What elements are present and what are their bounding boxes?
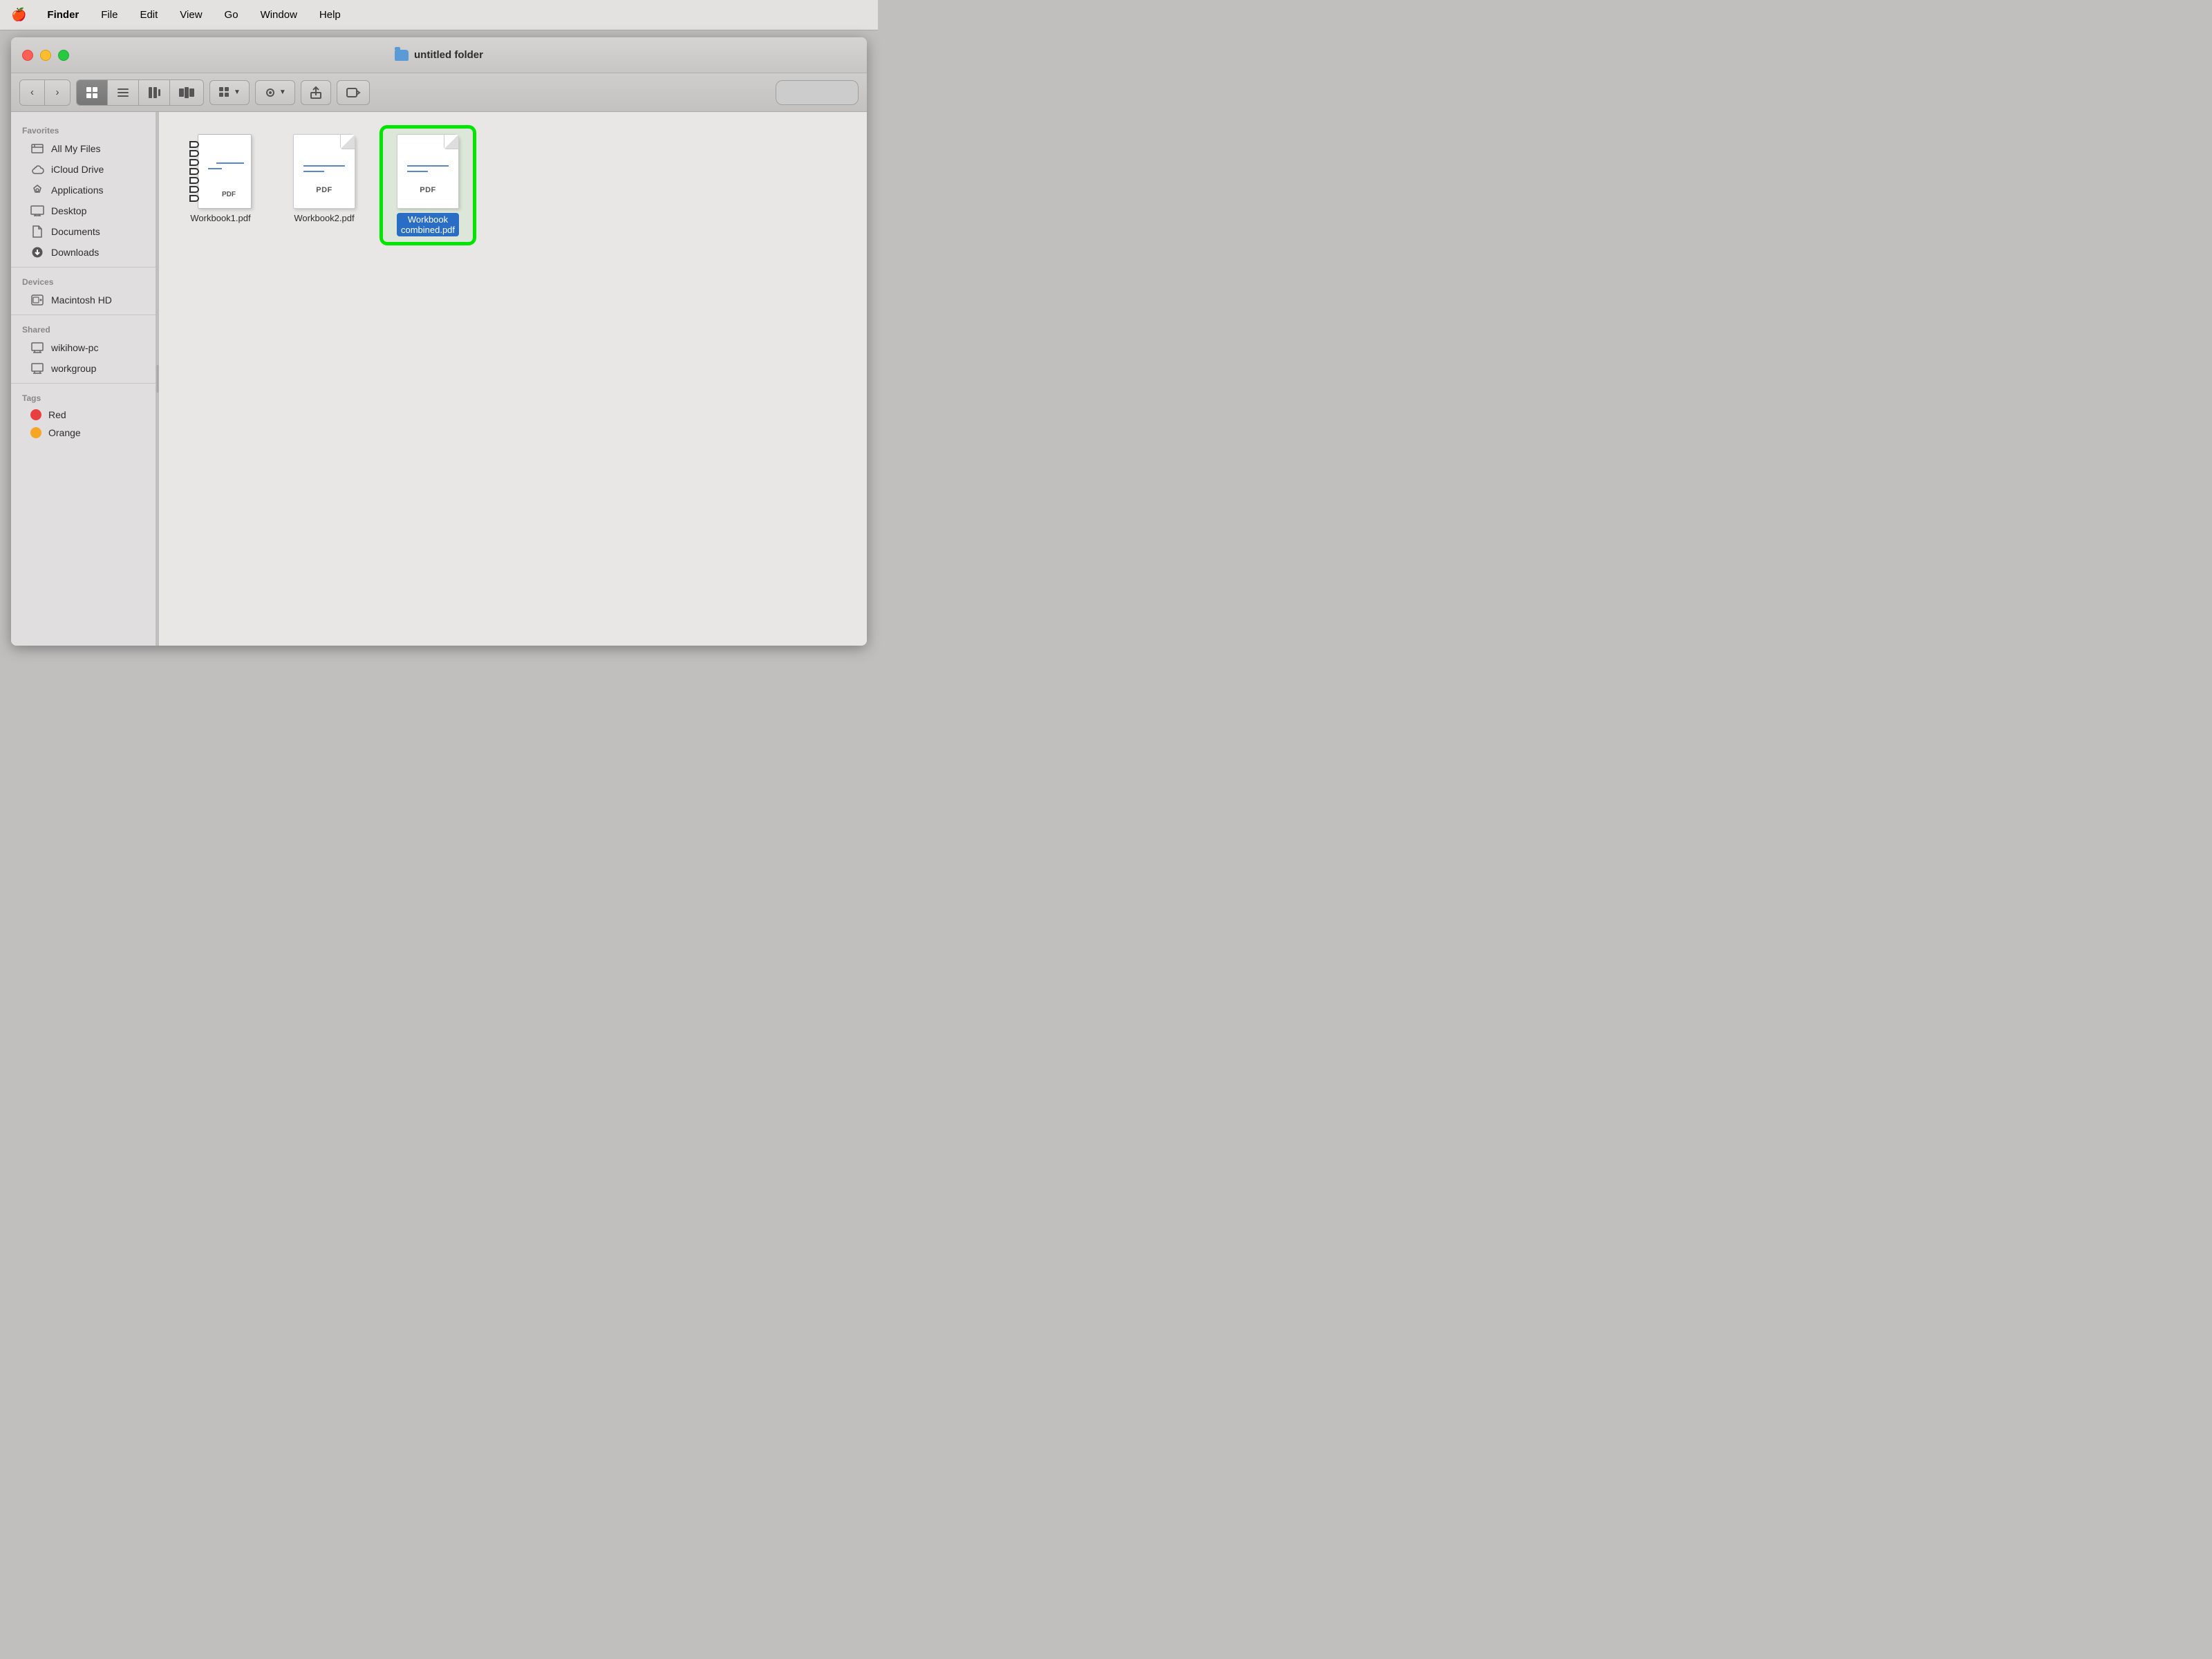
red-tag-label: Red xyxy=(48,409,66,420)
sidebar-item-desktop[interactable]: Desktop xyxy=(11,200,156,221)
sidebar-item-tag-red[interactable]: Red xyxy=(11,406,156,424)
menu-go[interactable]: Go xyxy=(221,8,243,22)
desktop-icon xyxy=(30,204,44,218)
apple-logo-icon[interactable]: 🍎 xyxy=(11,8,26,22)
column-view-button[interactable] xyxy=(139,80,170,105)
computer-icon-1 xyxy=(30,341,44,355)
window-title-text: untitled folder xyxy=(414,49,483,61)
menu-help[interactable]: Help xyxy=(315,8,345,22)
file-area: PDF Workbook1.pdf xyxy=(159,112,867,646)
gear-icon xyxy=(264,86,276,99)
sidebar-item-icloud-drive[interactable]: iCloud Drive xyxy=(11,159,156,180)
workbook1-icon: PDF xyxy=(189,134,252,209)
workbook2-icon: PDF xyxy=(293,134,355,209)
orange-tag-label: Orange xyxy=(48,427,81,438)
documents-label: Documents xyxy=(51,226,100,237)
menu-bar: 🍎 Finder File Edit View Go Window Help xyxy=(0,0,878,30)
all-my-files-label: All My Files xyxy=(51,143,101,154)
workbook2-label: Workbook2.pdf xyxy=(294,213,354,223)
window-title: untitled folder xyxy=(395,49,483,61)
desktop-label: Desktop xyxy=(51,205,86,216)
macintosh-hd-label: Macintosh HD xyxy=(51,294,112,306)
list-icon xyxy=(116,86,130,100)
file-workbook2[interactable]: PDF Workbook2.pdf xyxy=(279,129,369,242)
computer-icon-2 xyxy=(30,362,44,375)
downloads-label: Downloads xyxy=(51,247,99,258)
sidebar-item-applications[interactable]: Applications xyxy=(11,180,156,200)
view-buttons xyxy=(76,79,204,106)
list-view-button[interactable] xyxy=(108,80,139,105)
maximize-button[interactable] xyxy=(58,50,69,61)
tag-button[interactable] xyxy=(337,80,370,105)
chevron-down-icon: ▼ xyxy=(234,88,241,96)
group-button[interactable]: ▼ xyxy=(209,80,250,105)
applications-label: Applications xyxy=(51,185,104,196)
toolbar: ‹ › xyxy=(11,73,867,112)
divider-1 xyxy=(11,267,156,268)
file-workbook-combined[interactable]: PDF Workbookcombined.pdf xyxy=(383,129,473,242)
applications-icon xyxy=(30,183,44,197)
chevron-down-icon-2: ▼ xyxy=(279,88,286,96)
tag-icon xyxy=(346,86,361,99)
coverflow-view-button[interactable] xyxy=(170,80,203,105)
menu-finder[interactable]: Finder xyxy=(43,8,83,22)
all-files-icon xyxy=(30,142,44,156)
menu-file[interactable]: File xyxy=(97,8,122,22)
share-button[interactable] xyxy=(301,80,331,105)
search-box[interactable] xyxy=(776,80,859,105)
action-button[interactable]: ▼ xyxy=(255,80,295,105)
workgroup-label: workgroup xyxy=(51,363,96,374)
workbook1-label: Workbook1.pdf xyxy=(190,213,250,223)
downloads-icon xyxy=(30,245,44,259)
icloud-label: iCloud Drive xyxy=(51,164,104,175)
devices-header: Devices xyxy=(11,272,156,290)
nav-buttons: ‹ › xyxy=(19,79,71,106)
divider-3 xyxy=(11,383,156,384)
workbook-combined-label: Workbookcombined.pdf xyxy=(397,213,459,236)
sidebar-item-documents[interactable]: Documents xyxy=(11,221,156,242)
hd-icon xyxy=(30,293,44,307)
icon-view-button[interactable] xyxy=(77,80,108,105)
sidebar-resize-handle[interactable] xyxy=(156,112,159,646)
sidebar-item-macintosh-hd[interactable]: Macintosh HD xyxy=(11,290,156,310)
folder-icon xyxy=(395,50,409,61)
main-content: Favorites All My Files iCloud xyxy=(11,112,867,646)
grid-icon xyxy=(85,86,99,100)
columns-icon xyxy=(147,86,161,100)
sidebar-item-workgroup[interactable]: workgroup xyxy=(11,358,156,379)
shared-header: Shared xyxy=(11,319,156,337)
sidebar-item-downloads[interactable]: Downloads xyxy=(11,242,156,263)
sidebar-item-all-my-files[interactable]: All My Files xyxy=(11,138,156,159)
favorites-header: Favorites xyxy=(11,120,156,138)
orange-tag-dot xyxy=(30,427,41,438)
finder-window: untitled folder ‹ › xyxy=(11,37,867,646)
sidebar: Favorites All My Files iCloud xyxy=(11,112,156,646)
menu-edit[interactable]: Edit xyxy=(135,8,162,22)
documents-icon xyxy=(30,225,44,238)
back-button[interactable]: ‹ xyxy=(20,80,45,105)
workbook-combined-icon: PDF xyxy=(397,134,459,209)
group-icon xyxy=(218,86,231,99)
wikihow-pc-label: wikihow-pc xyxy=(51,342,98,353)
close-button[interactable] xyxy=(22,50,33,61)
red-tag-dot xyxy=(30,409,41,420)
title-bar: untitled folder xyxy=(11,37,867,73)
file-workbook1[interactable]: PDF Workbook1.pdf xyxy=(176,129,265,242)
minimize-button[interactable] xyxy=(40,50,51,61)
icloud-icon xyxy=(30,162,44,176)
traffic-lights xyxy=(22,50,69,61)
menu-window[interactable]: Window xyxy=(256,8,301,22)
sidebar-item-wikihow-pc[interactable]: wikihow-pc xyxy=(11,337,156,358)
forward-button[interactable]: › xyxy=(45,80,70,105)
sidebar-item-tag-orange[interactable]: Orange xyxy=(11,424,156,442)
menu-view[interactable]: View xyxy=(176,8,206,22)
share-icon xyxy=(310,86,322,100)
coverflow-icon xyxy=(178,86,195,100)
tags-header: Tags xyxy=(11,388,156,406)
